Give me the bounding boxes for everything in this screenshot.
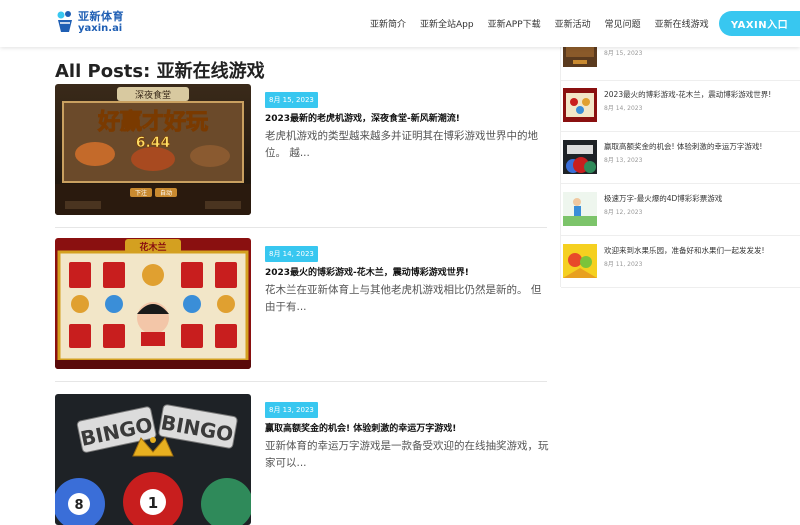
sidebar-post-title: 赢取高额奖金的机会! 体验刺激的幸运万字游戏! [604, 142, 763, 151]
post-excerpt: 老虎机游戏的类型越来越多并证明其在博彩游戏世界中的地位。 越... [265, 130, 538, 159]
logo-name-en: yaxin.ai [78, 22, 123, 34]
thumb-win-amount: 6.44 [136, 135, 171, 151]
site-header: 亚新体育 yaxin.ai 亚新简介 亚新全站App 亚新APP下载 亚新活动 … [0, 0, 800, 47]
nav-item-faq[interactable]: 常见问题 [605, 17, 641, 30]
yaxin-entry-button[interactable]: YAXIN入口 [719, 11, 800, 36]
thumb-headline: 好赢才好玩 [97, 109, 208, 135]
post-card: 花木兰 8月 14, 2023 2023最火的博彩游戏-花木兰，震动博彩游戏世界… [55, 238, 547, 369]
sidebar-divider [561, 235, 800, 236]
slot-machine-food-image: 深夜食堂 好赢才好玩 6.44 下注 自动 [55, 84, 251, 215]
page-title: All Posts: 亚新在线游戏 [55, 61, 265, 82]
thumb-ball-2: 1 [148, 494, 158, 512]
post-divider [55, 227, 547, 228]
sidebar-post-title: 极速万字-最火爆的4D博彩彩票游戏 [604, 194, 723, 203]
thumb-headline: 花木兰 [139, 241, 166, 253]
post-thumbnail[interactable]: 深夜食堂 好赢才好玩 6.44 下注 自动 [55, 84, 251, 215]
nav-item-download[interactable]: 亚新APP下载 [488, 17, 541, 30]
site-logo[interactable]: 亚新体育 yaxin.ai [56, 10, 124, 34]
slot-machine-mulan-image: 花木兰 [55, 238, 251, 369]
sidebar-post-date: 8月 14, 2023 [604, 105, 643, 112]
sidebar-post-title: 2023最火的博彩游戏-花木兰，震动博彩游戏世界! [604, 90, 772, 99]
sidebar-post-date: 8月 13, 2023 [604, 157, 643, 164]
post-excerpt: 花木兰在亚新体育上与其他老虎机游戏相比仍然是新的。 但由于有... [265, 284, 542, 313]
sidebar-post-date: 8月 15, 2023 [604, 50, 643, 57]
post-card: 深夜食堂 好赢才好玩 6.44 下注 自动 8月 15, 2023 2023最新… [55, 84, 547, 215]
logo-mark-icon [56, 10, 74, 34]
post-date-badge: 8月 13, 2023 [265, 402, 318, 418]
sidebar-post-thumbnail [563, 192, 597, 226]
post-excerpt: 亚新体育的幸运万字游戏是一款备受欢迎的在线抽奖游戏，玩家可以... [265, 440, 549, 469]
sidebar-post-date: 8月 12, 2023 [604, 209, 643, 216]
sidebar-divider [561, 183, 800, 184]
thumb-top-label: 深夜食堂 [135, 89, 171, 101]
sidebar-post-thumbnail [563, 140, 597, 174]
post-divider [55, 381, 547, 382]
nav-item-events[interactable]: 亚新活动 [555, 17, 591, 30]
sidebar-post-date: 8月 11, 2023 [604, 261, 643, 268]
nav-item-about[interactable]: 亚新简介 [370, 17, 406, 30]
post-card: BINGO BINGO 8 1 8月 13, 2023 赢取高额奖金的机会! 体… [55, 394, 549, 525]
sidebar-divider [561, 80, 800, 81]
post-thumbnail[interactable]: 花木兰 [55, 238, 251, 369]
post-title-link[interactable]: 2023最新的老虎机游戏，深夜食堂-新风新潮流! [265, 111, 547, 124]
sidebar-divider [561, 131, 800, 132]
post-title-link[interactable]: 2023最火的博彩游戏-花木兰，震动博彩游戏世界! [265, 265, 547, 278]
post-date-badge: 8月 15, 2023 [265, 92, 318, 108]
thumb-button-2: 自动 [160, 189, 172, 197]
sidebar-divider [561, 287, 800, 288]
sidebar-post-title: 欢迎来到水果乐园，准备好和水果们一起发发发! [604, 246, 765, 255]
post-date-badge: 8月 14, 2023 [265, 246, 318, 262]
bingo-balls-image: BINGO BINGO 8 1 [55, 394, 251, 525]
sidebar-post-thumbnail [563, 88, 597, 122]
recent-posts-sidebar: 8月 15, 2023 2023最火的博彩游戏-花木兰，震动博彩游戏世界! 8月… [560, 33, 800, 288]
nav-item-app[interactable]: 亚新全站App [420, 17, 474, 30]
nav-item-online-games[interactable]: 亚新在线游戏 [655, 17, 709, 30]
main-nav: 亚新简介 亚新全站App 亚新APP下载 亚新活动 常见问题 亚新在线游戏 [370, 17, 723, 30]
sidebar-post-thumbnail [563, 244, 597, 278]
thumb-button-1: 下注 [135, 189, 147, 197]
thumb-ball-1: 8 [74, 498, 83, 513]
post-title-link[interactable]: 赢取高额奖金的机会! 体验刺激的幸运万字游戏! [265, 421, 547, 434]
post-thumbnail[interactable]: BINGO BINGO 8 1 [55, 394, 251, 525]
logo-name-cn: 亚新体育 [78, 9, 124, 23]
